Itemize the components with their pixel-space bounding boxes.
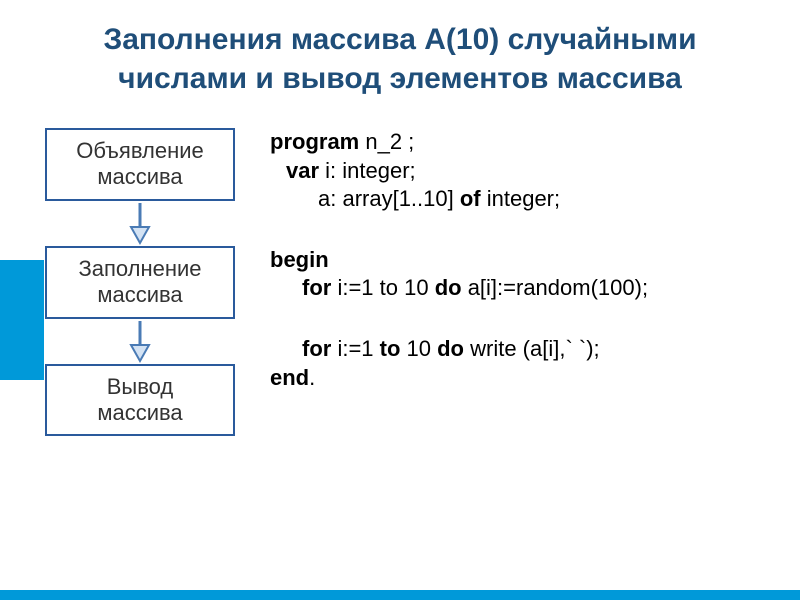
kw-do: do xyxy=(435,275,462,300)
kw-of: of xyxy=(460,186,481,211)
code-text: i:=1 to 10 xyxy=(331,275,434,300)
code-text: a: array[1..10] xyxy=(318,186,460,211)
code-text: a[i]:=random(100); xyxy=(462,275,648,300)
code-output: for i:=1 to 10 do write (a[i],` `); end. xyxy=(270,335,648,392)
content-area: Объявление массива Заполнение массива Вы… xyxy=(0,108,800,436)
box-output-line1: Вывод xyxy=(107,374,174,399)
code-line-5: for i:=1 to 10 do a[i]:=random(100); xyxy=(270,274,648,303)
code-text: integer; xyxy=(481,186,561,211)
code-fill: begin for i:=1 to 10 do a[i]:=random(100… xyxy=(270,246,648,303)
box-fill-line1: Заполнение xyxy=(78,256,201,281)
code-text: n_2 ; xyxy=(359,129,414,154)
arrow-down-icon xyxy=(125,319,155,364)
box-declare-line1: Объявление xyxy=(76,138,204,163)
kw-for: for xyxy=(302,275,331,300)
title-line-1: Заполнения массива А(10) случайными xyxy=(103,23,696,56)
code-line-2: var i: integer; xyxy=(270,157,648,186)
code-line-7: end. xyxy=(270,364,648,393)
kw-for: for xyxy=(302,336,331,361)
bottom-accent xyxy=(0,590,800,600)
arrow-1 xyxy=(125,201,155,246)
code-text: i: integer; xyxy=(319,158,416,183)
code-declare: program n_2 ; var i: integer; a: array[1… xyxy=(270,128,648,214)
box-output: Вывод массива xyxy=(45,364,235,437)
sidebar-accent xyxy=(0,260,44,380)
kw-begin: begin xyxy=(270,247,329,272)
code-text: 10 xyxy=(400,336,437,361)
code-line-6: for i:=1 to 10 do write (a[i],` `); xyxy=(270,335,648,364)
kw-program: program xyxy=(270,129,359,154)
kw-to: to xyxy=(380,336,401,361)
code-text: i:=1 xyxy=(331,336,379,361)
code-line-1: program n_2 ; xyxy=(270,128,648,157)
code-text: write (a[i],` `); xyxy=(464,336,600,361)
kw-var: var xyxy=(286,158,319,183)
box-fill: Заполнение массива xyxy=(45,246,235,319)
arrow-down-icon xyxy=(125,201,155,246)
box-declare-line2: массива xyxy=(97,164,182,189)
slide-title: Заполнения массива А(10) случайными числ… xyxy=(0,0,800,108)
box-fill-line2: массива xyxy=(97,282,182,307)
title-line-2: числами и вывод элементов массива xyxy=(118,62,682,95)
kw-end: end xyxy=(270,365,309,390)
kw-do: do xyxy=(437,336,464,361)
code-column: program n_2 ; var i: integer; a: array[1… xyxy=(270,128,648,436)
box-output-line2: массива xyxy=(97,400,182,425)
arrow-2 xyxy=(125,319,155,364)
code-text: . xyxy=(309,365,315,390)
code-line-4: begin xyxy=(270,246,648,275)
box-declare: Объявление массива xyxy=(45,128,235,201)
flowchart-column: Объявление массива Заполнение массива Вы… xyxy=(40,128,240,436)
code-line-3: a: array[1..10] of integer; xyxy=(270,185,648,214)
